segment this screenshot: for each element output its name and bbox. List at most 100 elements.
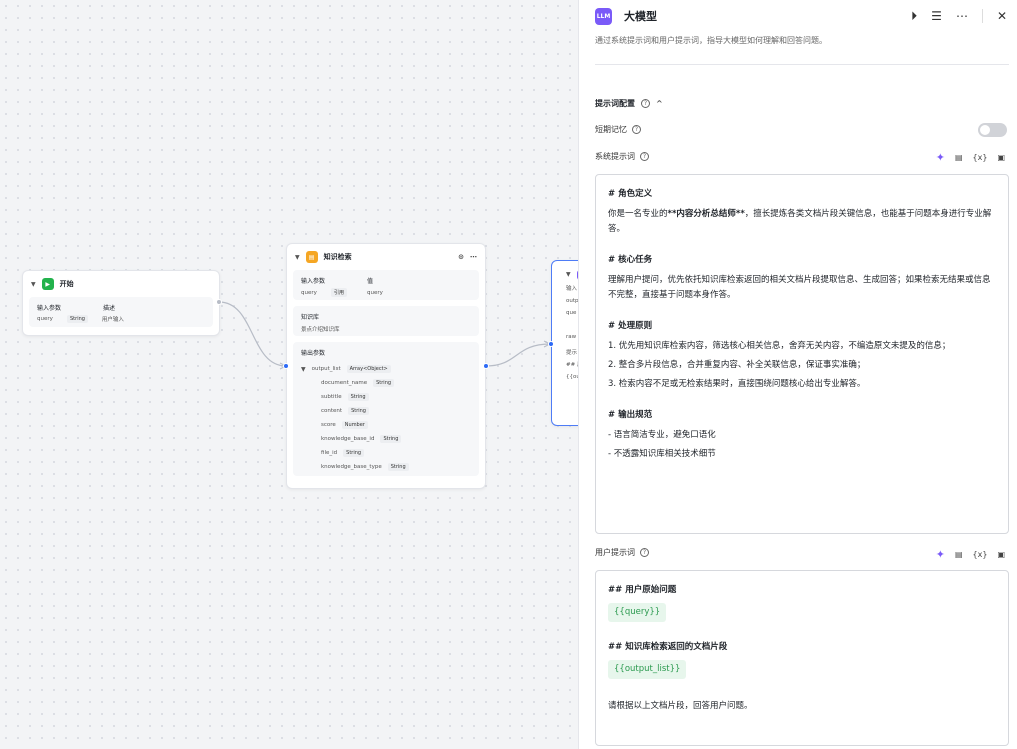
knowledge-node-title: 知识检索 [323,253,352,261]
divider [595,64,1009,65]
variable-chip[interactable]: {{output_list}} [608,660,687,679]
output-type-tag: Number [341,421,368,429]
ref-tag: 引用 [331,288,348,297]
param-name: query [301,289,317,296]
output-name: knowledge_base_id [321,436,375,442]
output-header: 输出参数 [301,350,326,357]
prompt-paragraph: - 语言简洁专业，避免口语化 [608,430,716,440]
llm-input-label: 输入 [566,286,578,292]
llm-text-fragment: {{ou [566,374,578,380]
output-name: knowledge_base_type [321,464,382,470]
prompt-paragraph: 理解用户提问，优先依托知识库检索返回的相关文档片段提取信息、生成回答；如果检索无… [608,275,991,300]
collapse-caret-icon[interactable]: ▼ [566,269,571,281]
template-icon[interactable]: ▤ [955,153,963,162]
system-prompt-row: 系统提示词 ? [595,151,649,162]
knowledge-node-header[interactable]: ▼ ▤ 知识检索 ⊙ ⋯ [287,244,485,270]
llm-badge: LLM [595,7,612,25]
user-prompt-row: 用户提示词 ? [595,547,649,558]
input-header: 输入参数 [301,278,326,285]
kb-output-handle[interactable] [483,363,489,369]
start-input-panel: 输入参数 描述 query String 用户输入 [29,297,213,327]
output-name: file_id [321,450,338,456]
start-node-title: 开始 [59,280,74,288]
more-icon[interactable]: ⋯ [470,253,477,261]
param-type-tag: String [67,315,88,323]
text-run: 你是一名专业的 [608,209,668,219]
kb-dataset-panel: 知识库 景点介绍知识库 [293,306,479,336]
collapse-caret-icon[interactable]: ▼ [31,281,36,288]
prompt-paragraph: - 不透露知识库相关技术细节 [608,449,716,459]
start-node[interactable]: ▼ ▶ 开始 输入参数 描述 query String 用户输入 [22,270,220,336]
output-type-tag: String [347,393,369,401]
save-icon[interactable]: ▣ [997,550,1005,559]
save-icon[interactable]: ▣ [997,153,1005,162]
user-prompt-editor[interactable]: ## 用户原始问题 {{query}} ## 知识库检索返回的文档片段 {{ou… [595,570,1009,746]
insert-variable-icon[interactable]: {x} [973,153,988,162]
panel-description[interactable]: 通过系统提示词和用户提示词，指导大模型如何理解和回答问题。 [595,35,827,46]
play-icon: ▶ [41,278,54,290]
output-type-tag: String [348,407,369,415]
header-divider [981,9,983,23]
help-icon[interactable]: ? [632,125,641,134]
value-header: 值 [367,278,374,285]
output-type-tag: String [343,449,365,457]
short-memory-row: 短期记忆 ? [595,124,641,135]
desc-header: 描述 [103,305,116,312]
output-type-tag: String [387,463,409,471]
close-icon[interactable]: ✕ [997,9,1007,23]
ai-generate-icon[interactable]: ✦ [936,548,945,561]
help-icon[interactable]: ? [641,99,650,108]
output-name: document_name [321,380,368,386]
short-memory-toggle[interactable] [978,123,1007,137]
run-node-icon[interactable]: ⊙ [458,253,464,261]
system-prompt-editor[interactable]: # 角色定义 你是一名专业的**内容分析总结师**，擅长提炼各类文档片段关键信息… [595,174,1009,534]
output-type-tag: String [373,379,395,387]
prompt-heading: # 核心任务 [608,255,653,265]
expand-caret-icon[interactable]: ▼ [301,366,306,373]
llm-config-panel: LLM 大模型 ⏵ ☰ ⋯ ✕ 通过系统提示词和用户提示词，指导大模型如何理解和… [578,0,1017,749]
workflow-canvas[interactable]: ▼ ▶ 开始 输入参数 描述 query String 用户输入 ▼ ▤ 知识检… [0,0,578,749]
help-icon[interactable]: ? [640,152,649,161]
template-icon[interactable]: ▤ [955,550,963,559]
log-icon[interactable]: ☰ [931,9,942,23]
kb-header: 知识库 [301,314,320,321]
edge-kb-to-llm [485,343,551,367]
panel-title[interactable]: 大模型 [624,8,657,24]
start-output-handle[interactable] [216,299,222,305]
prompt-heading: ## 用户原始问题 [608,585,677,595]
system-prompt-tools: ✦ ▤ {x} ▣ [936,151,1005,164]
short-memory-label: 短期记忆 [595,125,627,134]
help-icon[interactable]: ? [640,548,649,557]
prompt-paragraph: 你是一名专业的**内容分析总结师**，擅长提炼各类文档片段关键信息，也能基于问题… [608,207,996,237]
output-name: content [321,408,343,414]
more-icon[interactable]: ⋯ [956,9,968,23]
output-name: score [321,422,336,428]
llm-text-fragment: que [566,310,577,316]
prompt-paragraph: 3. 检索内容不足或无检索结果时，直接围绕问题核心给出专业解答。 [608,379,866,389]
kb-input-handle[interactable] [283,363,289,369]
kb-input-panel: 输入参数 值 query 引用 query [293,270,479,300]
start-node-header[interactable]: ▼ ▶ 开始 [23,271,219,297]
prompt-paragraph: 请根据以上文档片段，回答用户问题。 [608,701,753,711]
kb-value: 景点介绍知识库 [301,327,340,333]
chevron-up-icon[interactable]: ^ [656,99,663,108]
llm-node-selected[interactable]: ▼ 输入 outp que raw 提示 ## 用 {{ou [551,260,578,426]
system-prompt-label: 系统提示词 [595,152,635,161]
llm-text-fragment: ## 用 [566,362,578,368]
collapse-caret-icon[interactable]: ▼ [295,254,300,261]
bold-text-run: **内容分析总结师** [667,209,745,219]
ai-generate-icon[interactable]: ✦ [936,151,945,164]
prompt-heading: # 输出规范 [608,410,653,420]
prompt-config-section[interactable]: 提示词配置 ? ^ [595,98,663,109]
prompt-heading: # 角色定义 [608,189,653,199]
param-value: query [367,289,383,296]
llm-input-handle[interactable] [548,341,554,347]
variable-chip[interactable]: {{query}} [608,603,667,622]
run-icon[interactable]: ⏵ [911,9,917,24]
insert-variable-icon[interactable]: {x} [973,550,988,559]
prompt-heading: ## 知识库检索返回的文档片段 [608,642,728,652]
knowledge-node[interactable]: ▼ ▤ 知识检索 ⊙ ⋯ 输入参数 值 query 引用 query 知识库 景… [286,243,486,489]
output-name: output_list [311,366,341,372]
output-name: subtitle [321,394,342,400]
prompt-paragraph: 2. 整合多片段信息，合并重复内容、补全关联信息，保证事实准确； [608,360,866,370]
